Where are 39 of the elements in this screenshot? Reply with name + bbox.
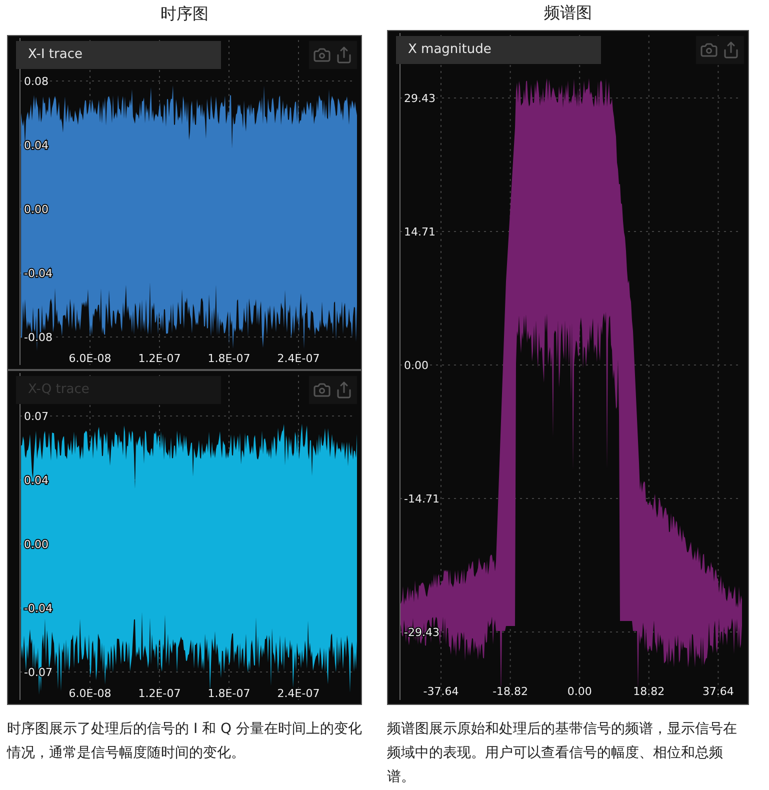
x-tick-label: 37.64 (702, 685, 734, 698)
y-tick-label: 29.43 (404, 92, 436, 105)
y-tick-label: 14.71 (404, 226, 436, 238)
x-tick-label: 1.8E-07 (208, 687, 250, 700)
x-tick-label: 1.2E-07 (138, 352, 181, 365)
caption: 频谱图展示原始和处理后的基带信号的频谱，显示信号在频域中的表现。用户可以查看信号的幅度、相位和总频谱。 (387, 720, 738, 787)
section-heading: 频谱图 (543, 2, 593, 24)
plot-title: X magnitude (396, 36, 601, 64)
y-tick-label: -0.04 (24, 267, 52, 280)
y-tick-label: 0.04 (24, 139, 48, 152)
x-tick-label: -37.64 (423, 685, 459, 698)
x-tick-label: 2.4E-07 (277, 687, 320, 700)
x-tick-label: 2.4E-07 (277, 352, 320, 365)
camera-icon[interactable] (313, 381, 331, 399)
y-tick-label: 0.04 (24, 474, 48, 487)
x-tick-label: 0.00 (567, 685, 592, 698)
x-tick-label: 6.0E-08 (68, 687, 112, 700)
y-tick-label: -29.43 (404, 626, 440, 639)
camera-icon[interactable] (700, 41, 718, 59)
share-icon[interactable] (335, 46, 353, 64)
section-heading: 时序图 (160, 3, 210, 25)
y-tick-label: 0.00 (24, 203, 48, 216)
camera-icon[interactable] (313, 46, 331, 64)
y-tick-label: -14.71 (404, 492, 440, 506)
x-tick-label: 6.0E-08 (68, 352, 112, 365)
y-tick-label: 0.00 (24, 538, 48, 551)
x-tick-label: -18.82 (492, 685, 528, 698)
y-tick-label: -0.08 (24, 331, 52, 344)
caption: 时序图展示了处理后的信号的 I 和 Q 分量在时间上的变化情况，通常是信号幅度随时间的变化。 (7, 720, 362, 763)
y-tick-label: -0.04 (24, 602, 52, 615)
x-tick-label: 18.82 (633, 685, 665, 698)
share-icon[interactable] (722, 41, 740, 59)
plot-title: X-I trace (16, 41, 221, 69)
share-icon[interactable] (335, 381, 353, 399)
x-tick-label: 1.2E-07 (138, 687, 181, 700)
y-tick-label: 0.07 (24, 410, 48, 423)
y-tick-label: 0.08 (24, 75, 48, 88)
y-tick-label: 0.00 (404, 359, 428, 372)
x-tick-label: 1.8E-07 (208, 352, 250, 365)
